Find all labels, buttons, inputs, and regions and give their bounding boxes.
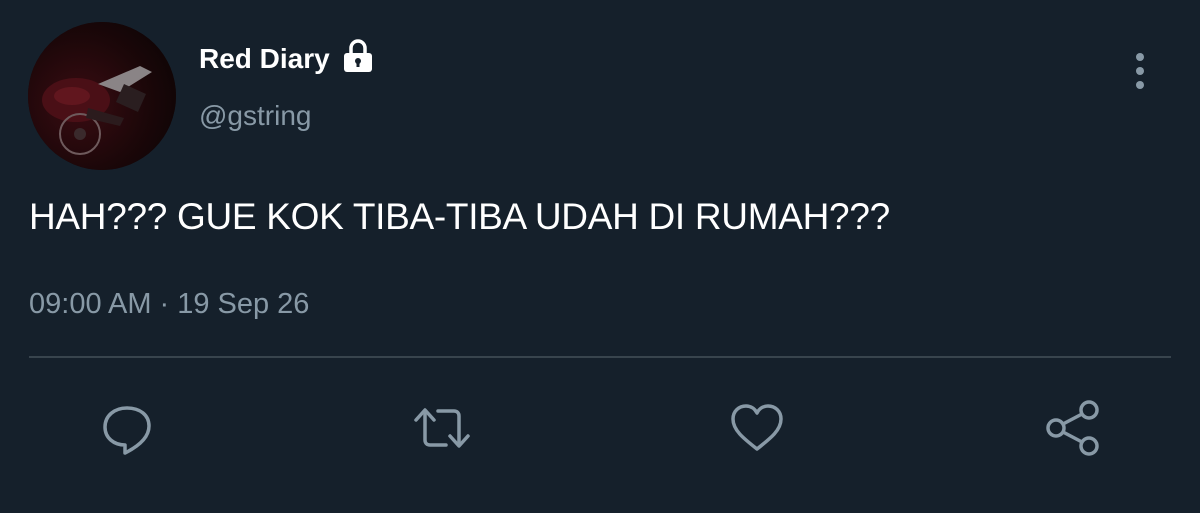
share-button[interactable] — [1043, 398, 1103, 458]
more-vertical-icon — [1136, 53, 1144, 89]
tweet-text: HAH??? GUE KOK TIBA-TIBA UDAH DI RUMAH??… — [29, 196, 890, 237]
meta-separator: · — [159, 288, 170, 320]
tweet-time: 09:00 AM — [29, 288, 152, 320]
username-handle[interactable]: @gstring — [199, 100, 311, 132]
divider — [29, 356, 1171, 358]
lock-icon — [340, 38, 376, 74]
more-options-button[interactable] — [1122, 50, 1158, 90]
tweet-timestamp[interactable]: 09:00 AM · 19 Sep 26 — [29, 288, 309, 321]
author-name-row[interactable]: Red Diary — [199, 39, 376, 75]
share-icon — [1046, 400, 1099, 456]
retweet-button[interactable] — [412, 398, 472, 458]
like-icon — [731, 404, 783, 451]
avatar[interactable] — [28, 22, 176, 170]
display-name[interactable]: Red Diary — [199, 43, 330, 75]
tweet-date: 19 Sep 26 — [177, 288, 310, 320]
retweet-icon — [414, 408, 470, 448]
reply-button[interactable] — [97, 398, 157, 458]
avatar-image — [28, 22, 176, 170]
like-button[interactable] — [727, 398, 787, 458]
tweet-card: Red Diary @gstring HAH??? GUE KOK TIBA-T… — [0, 0, 1200, 513]
reply-icon — [103, 406, 151, 455]
